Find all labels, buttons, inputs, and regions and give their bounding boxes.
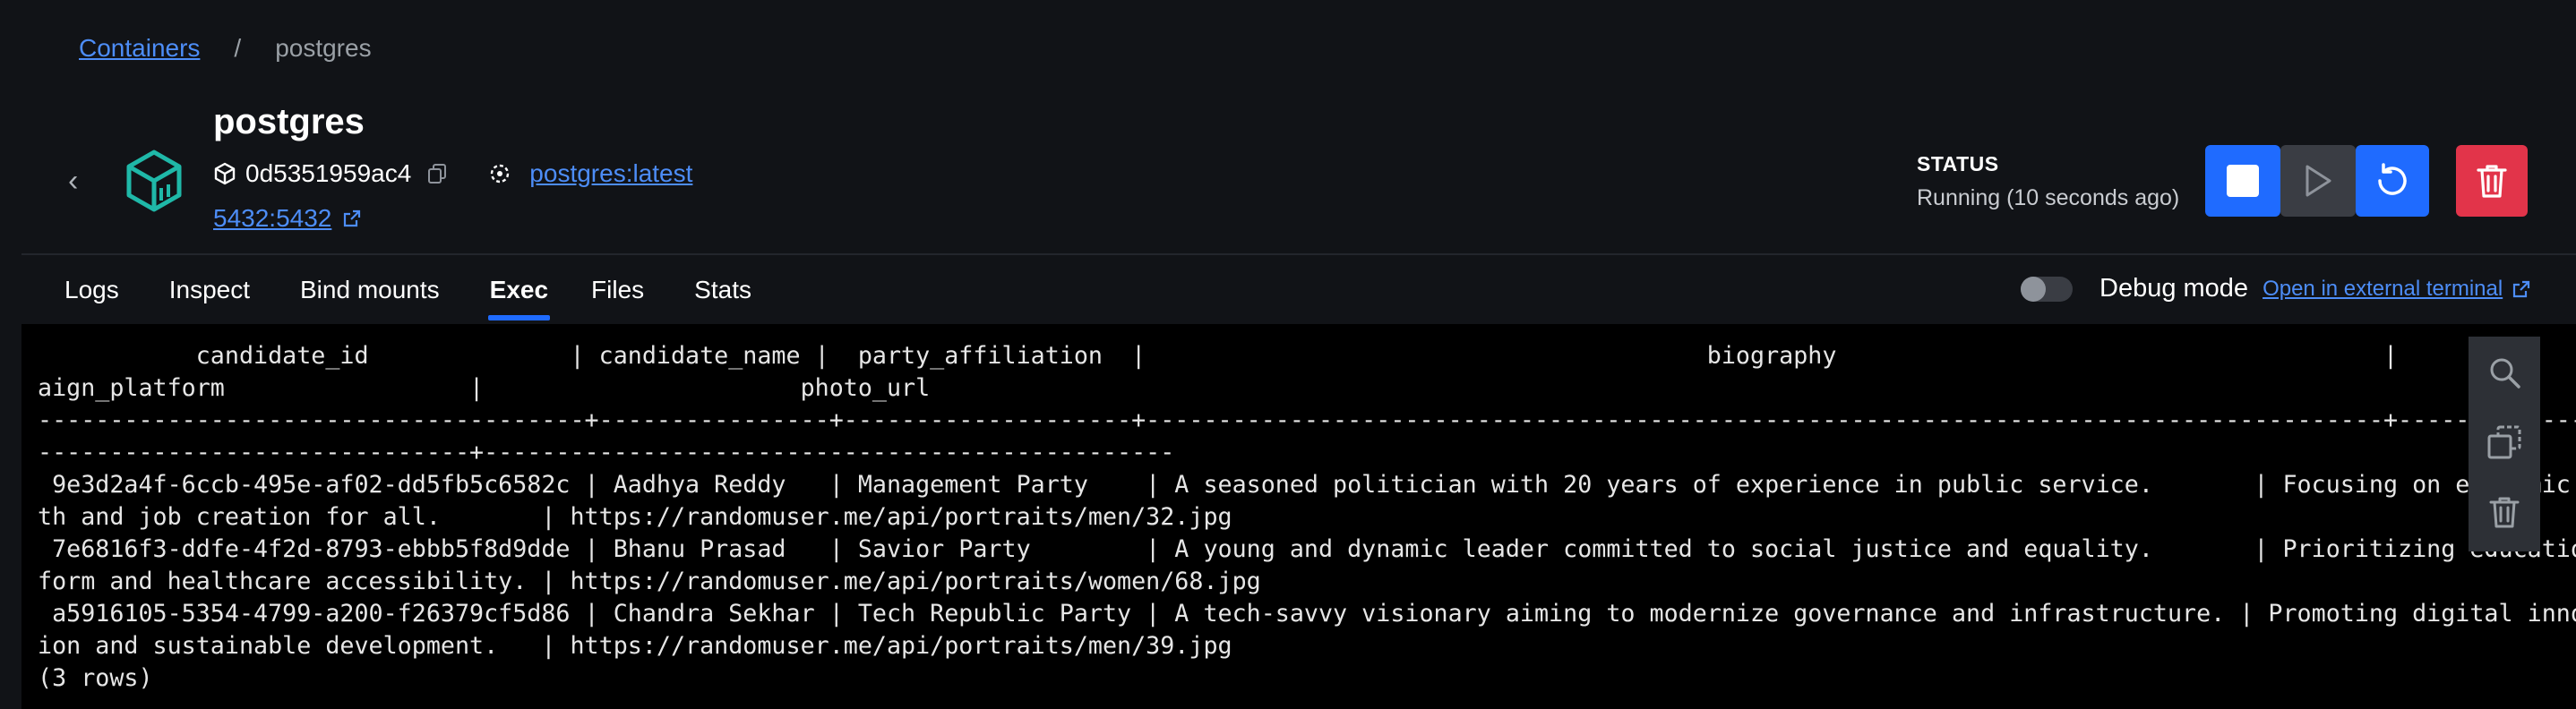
terminal-line: ion and sustainable development. | https…	[38, 632, 1232, 660]
breadcrumb-containers-link[interactable]: Containers	[79, 34, 200, 63]
restart-icon	[2378, 163, 2407, 195]
breadcrumb-separator: /	[234, 34, 242, 62]
ports-row: 5432:5432	[213, 204, 362, 233]
header-divider	[21, 253, 2576, 255]
terminal-output: candidate_id | candidate_name | party_af…	[38, 340, 2576, 695]
terminal-line: 9e3d2a4f-6ccb-495e-af02-dd5fb5c6582c | A…	[38, 471, 2576, 499]
external-link-icon[interactable]	[2512, 279, 2531, 299]
trash-icon	[2477, 165, 2507, 198]
play-icon	[2306, 165, 2331, 197]
tab-bar: Logs Inspect Bind mounts Exec Files Stat…	[64, 276, 751, 320]
terminal-line: th and job creation for all. | https://r…	[38, 503, 1232, 531]
trash-icon[interactable]	[2486, 494, 2522, 530]
container-id: 0d5351959ac4	[245, 159, 412, 187]
status-label: STATUS	[1917, 152, 1999, 175]
debug-mode-toggle[interactable]	[2021, 276, 2073, 302]
status-block: STATUS Running (10 seconds ago)	[1917, 152, 2179, 211]
search-icon[interactable]	[2486, 354, 2522, 390]
container-meta: 0d5351959ac4 postgres:latest	[213, 159, 692, 188]
image-link[interactable]: postgres:latest	[529, 159, 692, 188]
start-button[interactable]	[2280, 145, 2356, 217]
terminal-toolbar	[2469, 337, 2540, 551]
tab-bind-mounts[interactable]: Bind mounts	[300, 276, 440, 320]
tab-files[interactable]: Files	[591, 276, 644, 320]
tab-logs[interactable]: Logs	[64, 276, 119, 320]
container-icon	[126, 149, 182, 212]
image-icon	[491, 164, 510, 184]
copy-id-icon[interactable]	[427, 163, 447, 184]
restart-button[interactable]	[2356, 145, 2429, 217]
toggle-knob	[2021, 276, 2046, 302]
port-link[interactable]: 5432:5432	[213, 204, 331, 233]
status-value: Running (10 seconds ago)	[1917, 185, 2180, 210]
copy-icon[interactable]	[2486, 424, 2522, 460]
external-link-icon[interactable]	[342, 209, 362, 228]
terminal-line: --------------------------------------+-…	[38, 406, 2576, 434]
stop-icon	[2227, 165, 2259, 197]
terminal-line: ------------------------------+---------…	[38, 439, 1175, 466]
tab-stats[interactable]: Stats	[694, 276, 751, 320]
cube-icon	[214, 162, 236, 185]
exec-terminal[interactable]: candidate_id | candidate_name | party_af…	[21, 324, 2576, 709]
back-chevron-icon[interactable]: ‹	[68, 166, 90, 196]
terminal-line: 7e6816f3-ddfe-4f2d-8793-ebbb5f8d9dde | B…	[38, 535, 2576, 563]
debug-mode-label: Debug mode	[2099, 274, 2249, 303]
terminal-line: candidate_id | candidate_name | party_af…	[38, 342, 2576, 370]
terminal-line: a5916105-5354-4799-a200-f26379cf5d86 | C…	[38, 600, 2576, 628]
open-external-terminal-link[interactable]: Open in external terminal	[2263, 277, 2503, 302]
breadcrumb-current: postgres	[275, 34, 372, 62]
delete-button[interactable]	[2456, 145, 2528, 217]
terminal-line: aign_platform | photo_url	[38, 374, 931, 402]
breadcrumb: Containers / postgres	[79, 34, 372, 63]
debug-controls: Debug mode Open in external terminal	[2021, 274, 2531, 303]
terminal-line: form and healthcare accessibility. | htt…	[38, 568, 1261, 595]
container-name: postgres	[213, 102, 365, 141]
terminal-line: (3 rows)	[38, 664, 153, 692]
stop-button[interactable]	[2205, 145, 2280, 217]
tab-exec[interactable]: Exec	[487, 276, 551, 320]
tab-inspect[interactable]: Inspect	[169, 276, 250, 320]
